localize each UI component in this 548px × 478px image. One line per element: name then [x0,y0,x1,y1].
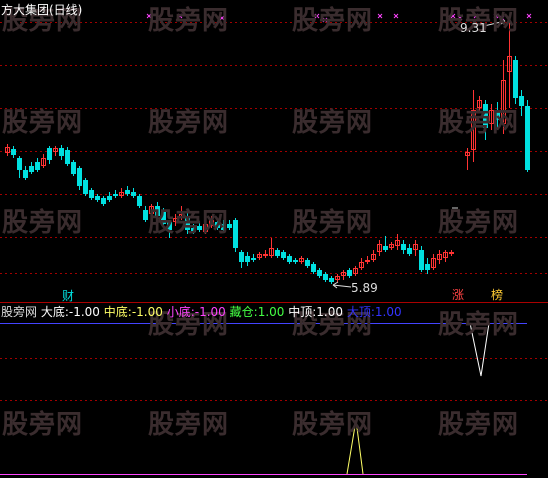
candle-body [317,270,322,276]
candle-body [245,256,250,262]
legend-cangcang-value: 1.00 [257,305,285,319]
candle-body [83,180,88,194]
legend-zhongdi-value: -1.00 [131,305,163,319]
legend-dadi-label: 大底: [40,305,69,319]
indicator-name: 股旁网 [1,305,38,319]
candle-body [113,194,118,196]
candle-body [519,96,524,106]
candle-body [131,192,136,196]
candle-body [101,198,106,204]
candle-body [125,190,130,194]
watermark: 股旁网 [438,310,520,340]
watermark: 股旁网 [292,108,374,138]
legend-dadi-value: -1.00 [68,305,100,319]
candle-body [347,270,352,276]
candle-body [263,254,268,256]
candle-body [305,260,310,266]
candle-body [77,168,82,186]
legend-cangcang-label: 藏仓: [229,305,258,319]
watermark: 股旁网 [438,208,520,238]
candle-body [293,260,298,262]
cai-marker[interactable]: 财 [62,289,74,303]
watermark: 股旁网 [2,208,84,238]
candle-body [275,250,280,256]
candle-body [95,196,100,200]
candle-body [89,190,94,198]
candle-body [65,150,70,164]
candle-body [17,158,22,170]
watermark: 股旁网 [148,108,230,138]
candle-body [71,162,76,174]
legend-xiaodi-value: -1.00 [194,305,226,319]
low-price-label: 5.89 [351,281,378,295]
legend-dading-value: 1.00 [374,305,402,319]
watermark: 股旁网 [438,108,520,138]
candle-body [365,260,370,262]
watermark: 股旁网 [292,208,374,238]
candle-body [35,162,40,170]
candle-body [23,170,28,178]
watermark: 股旁网 [2,410,84,440]
bang-marker[interactable]: 榜 [491,288,503,302]
candle-body [329,278,334,282]
candle-body [107,196,112,200]
legend-zhongdi-label: 中底: [103,305,132,319]
candle-body [419,250,424,270]
candle-body [137,196,142,206]
candle-body [251,258,256,260]
watermark: 股旁网 [292,410,374,440]
zhang-marker[interactable]: 涨 [452,288,464,302]
candle-body [287,256,292,262]
candle-body [59,148,64,156]
high-price-label: 9.31 [460,21,487,35]
candle-body [401,244,406,250]
indicator-legend: 股旁网 大底:-1.00 中底:-1.00 小底:-1.00 藏仓:1.00 中… [1,305,402,319]
candle-body [47,148,52,160]
candle-body [239,252,244,262]
candle-body [233,220,238,248]
watermark: 股旁网 [148,208,230,238]
watermark: 股旁网 [292,6,374,36]
legend-zhongding-value: 1.00 [316,305,344,319]
watermark: 股旁网 [438,410,520,440]
legend-xiaodi-label: 小底: [166,305,195,319]
candle-body [281,252,286,258]
candle-body [525,106,530,170]
candle-body [323,274,328,280]
candle-body [449,252,454,254]
watermark: 股旁网 [148,6,230,36]
candle-body [383,246,388,250]
candle-body [425,264,430,270]
legend-dading-label: 大顶: [346,305,375,319]
chart-title: 方大集团(日线) [1,3,83,17]
candle-body [407,248,412,254]
candle-body [11,149,16,155]
stock-chart-window: 股旁网 股旁网 股旁网 股旁网 股旁网 股旁网 股旁网 股旁网 股旁网 股旁网 … [0,0,548,478]
candle-body [513,60,518,98]
candle-body [311,264,316,272]
legend-zhongding-label: 中顶: [288,305,317,319]
watermark: 股旁网 [2,108,84,138]
watermark: 股旁网 [148,410,230,440]
candle-body [29,166,34,172]
